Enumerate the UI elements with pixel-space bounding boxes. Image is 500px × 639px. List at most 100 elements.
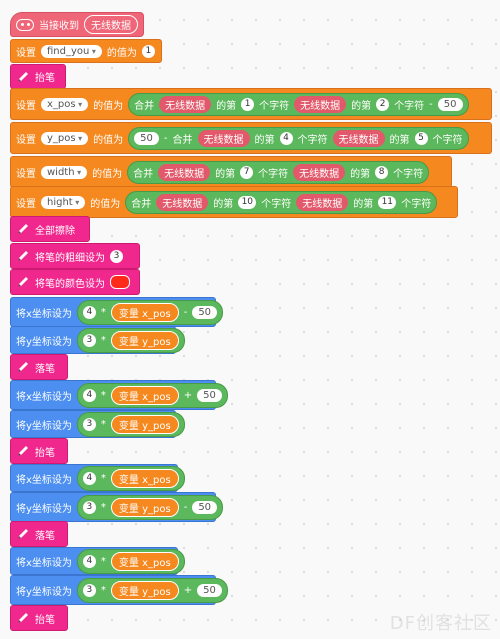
index-input[interactable]: 11: [378, 195, 397, 209]
pen-icon: [16, 222, 30, 236]
of-label: 的第: [213, 198, 234, 210]
number-input[interactable]: 50: [134, 131, 159, 145]
expression-reporter[interactable]: 3 * 变量 y_pos + 50: [76, 577, 228, 603]
set-y-block[interactable]: 将y坐标设为 3 * 变量 y_pos + 50: [10, 575, 228, 605]
message-pill[interactable]: 无线数据: [84, 15, 138, 34]
number-input[interactable]: 4: [82, 554, 96, 568]
set-x-block[interactable]: 将x坐标设为 4 * 变量 x_pos + 50: [10, 380, 228, 410]
expression-reporter[interactable]: 4 * 变量 x_pos - 50: [76, 299, 224, 325]
number-input[interactable]: 50: [192, 305, 218, 319]
wireless-data-pill[interactable]: 无线数据: [159, 95, 212, 113]
when-receive-hat-block[interactable]: 当接收到 无线数据: [10, 12, 144, 37]
wireless-data-pill[interactable]: 无线数据: [293, 163, 346, 181]
color-picker-swatch[interactable]: [110, 275, 130, 289]
wireless-data-pill[interactable]: 无线数据: [156, 193, 209, 211]
wireless-data-pill[interactable]: 无线数据: [197, 129, 250, 147]
set-width-block[interactable]: 设置 width 的值为 合并 无线数据 的第 7 个字符 无线数据 的第 8 …: [10, 156, 452, 188]
variable-reporter[interactable]: 变量 x_pos: [110, 302, 179, 322]
variable-reporter[interactable]: 变量 x_pos: [110, 468, 179, 488]
set-x-label: 将x坐标设为: [16, 557, 72, 569]
number-input[interactable]: 50: [197, 388, 222, 402]
set-y-block[interactable]: 将y坐标设为 3 * 变量 y_pos: [10, 326, 185, 354]
operator: +: [183, 389, 193, 401]
variable-reporter[interactable]: 变量 y_pos: [110, 414, 179, 434]
variable-reporter[interactable]: 变量 x_pos: [110, 551, 179, 571]
set-pen-size-block[interactable]: 将笔的粗细设为 3: [10, 243, 140, 269]
pen-down-block[interactable]: 落笔: [10, 521, 68, 547]
set-label: 设置: [16, 100, 36, 112]
variable-reporter[interactable]: 变量 y_pos: [110, 497, 179, 517]
index-input[interactable]: 10: [238, 195, 257, 209]
index-input[interactable]: 2: [376, 97, 390, 111]
variable-dropdown[interactable]: x_pos: [41, 97, 89, 111]
join-reporter[interactable]: 合并 无线数据 的第 1 个字符 无线数据 的第 2 个字符 - 50: [128, 92, 469, 116]
expression-reporter[interactable]: 4 * 变量 x_pos + 50: [76, 382, 228, 408]
index-input[interactable]: 5: [414, 131, 428, 145]
pen-down-block[interactable]: 落笔: [10, 354, 68, 380]
value-input[interactable]: 1: [141, 44, 155, 58]
join-label: 合并: [133, 168, 154, 180]
pen-icon: [16, 611, 30, 625]
pen-size-input[interactable]: 3: [110, 249, 123, 263]
variable-reporter[interactable]: 变量 y_pos: [110, 580, 179, 600]
multiply-operator: *: [100, 334, 106, 346]
set-x-block[interactable]: 将x坐标设为 4 * 变量 x_pos: [10, 464, 185, 492]
wireless-data-pill[interactable]: 无线数据: [294, 95, 347, 113]
pen-up-block[interactable]: 抬笔: [10, 64, 66, 89]
set-hight-block[interactable]: 设置 hight 的值为 合并 无线数据 的第 10 个字符 无线数据 的第 1…: [10, 186, 458, 218]
number-input[interactable]: 4: [82, 471, 96, 485]
variable-reporter[interactable]: 变量 x_pos: [110, 385, 179, 405]
number-input[interactable]: 4: [82, 388, 96, 402]
number-input[interactable]: 3: [82, 417, 96, 431]
pen-icon: [16, 275, 30, 289]
variable-dropdown[interactable]: width: [41, 165, 88, 179]
wireless-data-pill[interactable]: 无线数据: [296, 193, 349, 211]
variable-dropdown[interactable]: find_you: [41, 44, 102, 58]
number-input[interactable]: 4: [82, 305, 96, 319]
join-reporter[interactable]: 合并 无线数据 的第 10 个字符 无线数据 的第 11 个字符: [125, 190, 438, 214]
wireless-data-pill[interactable]: 无线数据: [158, 163, 211, 181]
variable-dropdown[interactable]: hight: [41, 195, 86, 209]
set-x-block[interactable]: 将x坐标设为 4 * 变量 x_pos: [10, 547, 185, 575]
index-input[interactable]: 8: [375, 165, 389, 179]
variable-reporter[interactable]: 变量 y_pos: [110, 330, 179, 350]
of-label: 的第: [254, 134, 275, 146]
number-input[interactable]: 50: [197, 583, 222, 597]
join-reporter[interactable]: 合并 无线数据 的第 7 个字符 无线数据 的第 8 个字符: [127, 160, 430, 184]
expression-reporter[interactable]: 3 * 变量 y_pos: [76, 327, 185, 353]
number-input[interactable]: 3: [82, 583, 96, 597]
set-y-block[interactable]: 将y坐标设为 3 * 变量 y_pos: [10, 410, 185, 438]
subtract-reporter[interactable]: 50 - 合并 无线数据 的第 4 个字符 无线数据 的第 5 个字符: [128, 126, 469, 150]
clear-all-block[interactable]: 全部擦除: [10, 216, 90, 242]
expression-reporter[interactable]: 3 * 变量 y_pos: [76, 411, 185, 437]
set-x-label: 将x坐标设为: [16, 308, 72, 320]
index-input[interactable]: 1: [241, 97, 255, 111]
expression-reporter[interactable]: 4 * 变量 x_pos: [76, 465, 185, 491]
number-input[interactable]: 50: [437, 97, 463, 111]
expression-reporter[interactable]: 3 * 变量 y_pos - 50: [76, 494, 224, 520]
set-ypos-block[interactable]: 设置 y_pos 的值为 50 - 合并 无线数据 的第 4 个字符 无线数据 …: [10, 122, 492, 154]
variable-dropdown[interactable]: y_pos: [41, 131, 89, 145]
set-variable-block[interactable]: 设置 find_you 的值为 1: [10, 39, 162, 63]
wireless-data-pill[interactable]: 无线数据: [332, 129, 385, 147]
broadcast-icon: [16, 18, 34, 31]
pen-up-block[interactable]: 抬笔: [10, 438, 68, 464]
set-y-label: 将y坐标设为: [16, 503, 72, 515]
of-label: 的第: [389, 134, 410, 146]
number-input[interactable]: 3: [82, 500, 96, 514]
pen-up-label: 抬笔: [35, 73, 55, 84]
number-input[interactable]: 50: [192, 500, 218, 514]
set-xpos-block[interactable]: 设置 x_pos 的值为 合并 无线数据 的第 1 个字符 无线数据 的第 2 …: [10, 88, 492, 120]
pen-up-block[interactable]: 抬笔: [10, 605, 68, 631]
index-input[interactable]: 4: [279, 131, 293, 145]
set-pen-color-block[interactable]: 将笔的颜色设为: [10, 269, 140, 295]
index-input[interactable]: 7: [240, 165, 254, 179]
pen-up-label: 抬笔: [35, 447, 55, 459]
to-label: 的值为: [90, 198, 121, 210]
set-y-block[interactable]: 将y坐标设为 3 * 变量 y_pos - 50: [10, 492, 224, 522]
number-input[interactable]: 3: [82, 333, 96, 347]
operator: -: [183, 501, 188, 513]
expression-reporter[interactable]: 4 * 变量 x_pos: [76, 548, 185, 574]
set-x-block[interactable]: 将x坐标设为 4 * 变量 x_pos - 50: [10, 297, 224, 327]
operator: +: [183, 584, 193, 596]
